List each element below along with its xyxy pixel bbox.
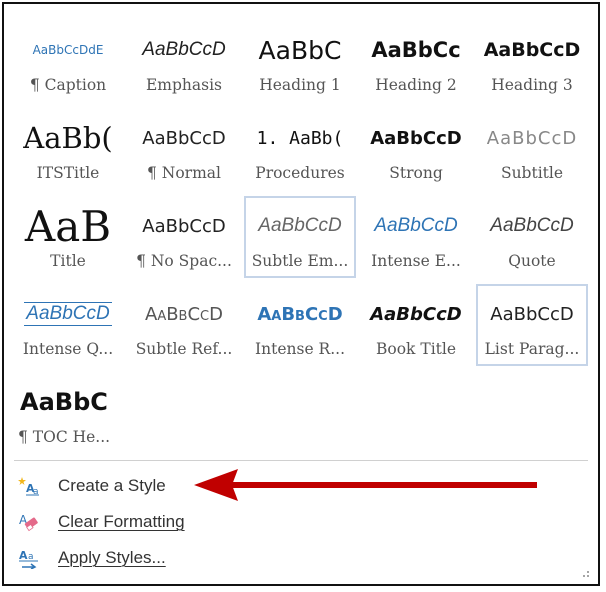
style-label: ¶ Caption: [29, 76, 107, 94]
menu-divider: [14, 460, 588, 461]
style-label: List Parag...: [484, 340, 580, 358]
red-arrow-annotation: [194, 469, 537, 501]
style-sample: AaBbCcD: [483, 39, 581, 61]
style-sample: AaBbCcD: [374, 215, 458, 236]
style-caption[interactable]: AaBbCcDdE ¶ Caption: [12, 20, 124, 102]
style-label: Subtle Em...: [251, 252, 349, 270]
eraser-icon: A: [18, 511, 40, 533]
style-procedures[interactable]: 1. AaBb( Procedures: [244, 108, 356, 190]
style-sample: AaB: [24, 204, 112, 248]
gallery-row: AaBbC ¶ TOC He...: [12, 372, 592, 460]
style-sample: AaBbCcD: [258, 215, 342, 236]
style-normal[interactable]: AaBbCcD ¶ Normal: [128, 108, 240, 190]
style-emphasis[interactable]: AaBbCcD Emphasis: [128, 20, 240, 102]
style-intense-quote[interactable]: AaBbCcD Intense Q...: [12, 284, 124, 366]
clear-formatting-button[interactable]: A Clear Formatting: [18, 504, 578, 540]
style-book-title[interactable]: AaBbCcD Book Title: [360, 284, 472, 366]
style-label: Heading 3: [491, 76, 573, 94]
style-sample: AaBbCcD: [370, 303, 462, 325]
style-subtle-reference[interactable]: AaBbCcD Subtle Ref...: [128, 284, 240, 366]
create-style-icon: A a: [18, 475, 40, 497]
style-sample: AaBbCcD: [24, 302, 112, 326]
style-sample: AaBbCcD: [490, 215, 574, 236]
resize-grip-icon[interactable]: [580, 568, 590, 578]
apply-styles-icon: A a: [18, 547, 40, 570]
style-heading-3[interactable]: AaBbCcD Heading 3: [476, 20, 588, 102]
style-sample: AaBbCcD: [486, 127, 578, 149]
gallery-row: AaBbCcDdE ¶ Caption AaBbCcD Emphasis AaB…: [12, 20, 592, 108]
style-label: ¶ Normal: [147, 164, 221, 182]
style-subtitle[interactable]: AaBbCcD Subtitle: [476, 108, 588, 190]
styles-gallery: AaBbCcDdE ¶ Caption AaBbCcD Emphasis AaB…: [12, 20, 592, 460]
style-subtle-emphasis[interactable]: AaBbCcD Subtle Em...: [244, 196, 356, 278]
style-sample: AaBbCcDdE: [32, 43, 104, 57]
style-sample: AaBbCc: [371, 38, 461, 62]
gallery-row: AaBbCcD Intense Q... AaBbCcD Subtle Ref.…: [12, 284, 592, 372]
style-label: Emphasis: [145, 76, 223, 94]
style-itstitle[interactable]: AaBb( ITSTitle: [12, 108, 124, 190]
style-label: ¶ No Spac...: [136, 252, 232, 270]
gallery-row: AaBb( ITSTitle AaBbCcD ¶ Normal 1. AaBb(…: [12, 108, 592, 196]
style-label: Title: [50, 252, 86, 270]
apply-styles-label: Apply Styles...: [58, 548, 166, 567]
style-label: Book Title: [375, 340, 457, 358]
style-label: Procedures: [255, 164, 345, 182]
style-intense-reference[interactable]: AaBbCcD Intense R...: [244, 284, 356, 366]
style-strong[interactable]: AaBbCcD Strong: [360, 108, 472, 190]
style-sample: AaBbC: [20, 388, 108, 416]
styles-gallery-panel: AaBbCcDdE ¶ Caption AaBbCcD Emphasis AaB…: [2, 2, 600, 586]
clear-formatting-label: Clear Formatting: [58, 512, 185, 531]
style-label: ¶ TOC He...: [18, 428, 111, 446]
style-label: Intense R...: [255, 340, 345, 358]
style-sample: AaBbCcD: [257, 303, 343, 325]
style-sample: AaBbCcD: [142, 215, 226, 237]
style-label: Heading 1: [259, 76, 341, 94]
style-label: Intense Q...: [22, 340, 114, 358]
style-label: ITSTitle: [36, 164, 100, 182]
style-toc-heading[interactable]: AaBbC ¶ TOC He...: [12, 372, 124, 454]
style-title[interactable]: AaB Title: [12, 196, 124, 278]
style-list-paragraph[interactable]: AaBbCcD List Parag...: [476, 284, 588, 366]
style-sample: AaBbCcD: [145, 303, 223, 325]
style-label: Quote: [508, 252, 556, 270]
style-label: Subtle Ref...: [135, 340, 233, 358]
style-label: Strong: [389, 164, 443, 182]
style-sample: AaBbCcD: [142, 39, 226, 60]
style-sample: AaBbC: [258, 35, 342, 65]
create-style-label: Create a Style: [58, 476, 166, 495]
svg-text:A: A: [19, 549, 28, 562]
style-label: Intense E...: [371, 252, 461, 270]
style-no-spacing[interactable]: AaBbCcD ¶ No Spac...: [128, 196, 240, 278]
style-sample: AaBbCcD: [490, 303, 574, 325]
style-sample: 1. AaBb(: [256, 127, 344, 149]
apply-styles-button[interactable]: A a Apply Styles...: [18, 540, 578, 576]
style-label: Heading 2: [375, 76, 457, 94]
style-sample: AaBbCcD: [142, 127, 226, 149]
style-quote[interactable]: AaBbCcD Quote: [476, 196, 588, 278]
style-sample: AaBbCcD: [370, 127, 462, 149]
style-sample: AaBb(: [23, 121, 113, 155]
style-heading-2[interactable]: AaBbCc Heading 2: [360, 20, 472, 102]
style-heading-1[interactable]: AaBbC Heading 1: [244, 20, 356, 102]
style-label: Subtitle: [500, 164, 564, 182]
style-intense-emphasis[interactable]: AaBbCcD Intense E...: [360, 196, 472, 278]
gallery-row: AaB Title AaBbCcD ¶ No Spac... AaBbCcD S…: [12, 196, 592, 284]
